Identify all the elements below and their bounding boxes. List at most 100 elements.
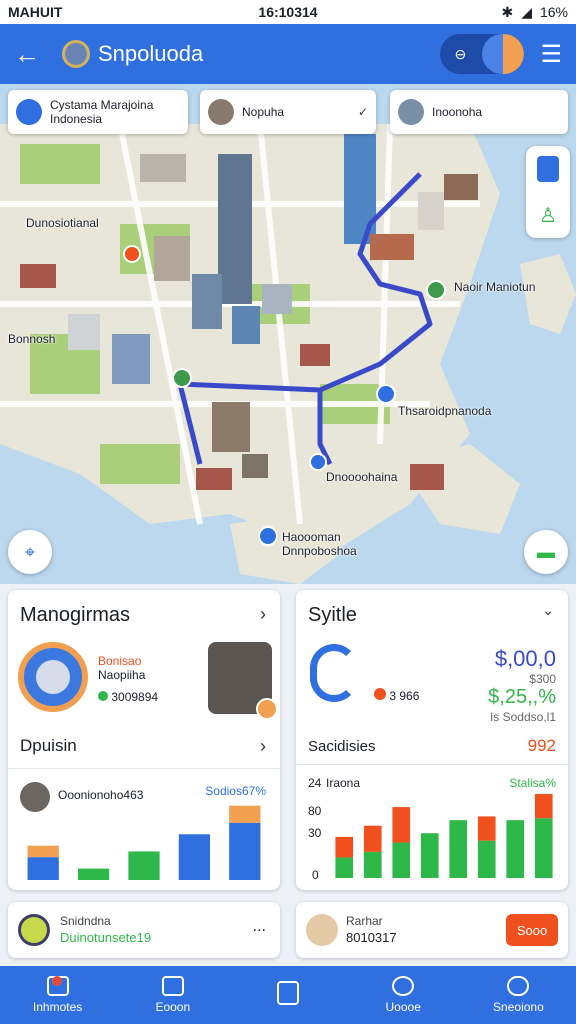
bar-3-series-1 — [392, 807, 411, 843]
more-icon[interactable]: ... — [253, 918, 266, 936]
toggle-knob — [482, 34, 525, 74]
section2-title: Dpuisin — [20, 736, 77, 755]
map-label-right-mid: Thsaroidpnanoda — [398, 404, 492, 418]
nav-label: Eooon — [155, 1000, 191, 1014]
info-right-line2: 8010317 — [346, 930, 397, 945]
nav-item-5[interactable]: Sneoiono — [461, 966, 576, 1024]
nav-label: Inhmotes — [32, 1000, 83, 1014]
bar-6-series-0 — [477, 840, 496, 878]
info-right-line1: Rarhar — [346, 914, 383, 928]
management-card: Manogirmas › Bonisao Naopiiha 3009894 Dp… — [8, 590, 280, 890]
map-canvas[interactable] — [0, 84, 576, 584]
app-bar: ← Snpoluoda ⊖ ☰ — [0, 24, 576, 84]
stat-value: 3 966 — [389, 689, 420, 703]
sub-price: $300 — [529, 672, 556, 686]
chevron-down-icon: ✓ — [357, 105, 368, 119]
divider — [296, 764, 568, 765]
status-dot-icon — [98, 691, 108, 701]
mode-toggle[interactable]: ⊖ — [440, 34, 525, 74]
locate-icon: ⌖ — [24, 541, 36, 562]
tick-top: 24 — [308, 776, 322, 790]
person-stat: 3009894 — [98, 690, 158, 704]
info-left-line2: Duinotunsete19 — [60, 930, 152, 945]
legend-right: Stalisa% — [509, 776, 556, 790]
chevron-right-icon[interactable]: › — [260, 604, 266, 625]
microphone-icon[interactable]: ♙ — [539, 203, 557, 228]
chevron-right-icon[interactable]: › — [260, 736, 266, 757]
map-label-bottom: Haoooman Dnnpoboshoa — [282, 530, 357, 558]
style-card: Syitle ⌄ 3 966 $,00,0 $300 $,25,,% Is So… — [296, 590, 568, 890]
bar-8-series-1 — [534, 794, 553, 819]
bar-3-series-0 — [392, 842, 411, 878]
bar-4-series-0 — [178, 834, 211, 880]
info-left-line1: Snidndna — [60, 914, 111, 928]
person-stat-value: 3009894 — [111, 690, 159, 704]
app-title: Snpoluoda — [98, 41, 204, 66]
legend-left: Iraona — [326, 776, 361, 790]
percent-value: $,25,,% — [488, 686, 556, 708]
map-view[interactable]: Cystama Marajoina Indonesia Nopuha ✓ Ino… — [0, 84, 576, 584]
location-chip-3-label: Inoonoha — [432, 105, 483, 119]
bar-2-series-2 — [77, 868, 110, 880]
bar-1-series-1 — [335, 836, 354, 858]
location-chip-2[interactable]: Nopuha ✓ — [200, 90, 376, 134]
map-label-center-low: Dnoooohaina — [326, 470, 398, 484]
person-line1: Bonisao — [98, 654, 142, 668]
style-title: Syitle — [308, 604, 357, 626]
nav-label: Sneoiono — [493, 1000, 544, 1014]
avatar — [398, 99, 424, 125]
back-arrow-icon[interactable]: ← — [14, 39, 50, 70]
bar-7-series-0 — [506, 820, 525, 878]
bar-1-series-0 — [335, 857, 354, 878]
percent-sub: Is Soddso,l1 — [489, 710, 556, 724]
action-button[interactable]: Sooo — [506, 914, 558, 946]
globe-icon — [16, 99, 42, 125]
bar-2-series-0 — [363, 851, 382, 878]
car-icon: ▬ — [537, 541, 555, 562]
clock: 16:10314 — [258, 4, 318, 20]
menu-icon[interactable]: ☰ — [540, 40, 562, 69]
tick-mid2: 30 — [308, 826, 322, 840]
left-bar-chart — [27, 805, 261, 880]
search-icon — [392, 976, 415, 996]
toggle-dot-icon: ⊖ — [454, 46, 467, 62]
bar-6-series-1 — [477, 816, 496, 841]
status-icons: ✱ ◢ 16% — [501, 4, 568, 21]
divider — [8, 768, 280, 769]
stat-line: 3 966 — [374, 688, 419, 703]
building-icon — [36, 660, 70, 694]
location-chip-1-label: Cystama Marajoina Indonesia — [50, 98, 154, 126]
map-label-top-left: Dunosiotianal — [26, 216, 99, 230]
locate-button[interactable]: ⌖ — [8, 530, 52, 574]
battery-percent: 16% — [539, 4, 568, 20]
location-chip-2-label: Nopuha — [242, 105, 285, 119]
square-icon — [277, 981, 299, 1005]
status-dot-icon — [374, 688, 386, 700]
bluetooth-icon: ✱ — [501, 3, 514, 20]
bar-5-series-1 — [229, 805, 261, 823]
bar-1-series-0 — [27, 857, 59, 880]
nav-item-home[interactable]: Inhmotes — [0, 966, 115, 1024]
nav-item-4[interactable]: Uoooe — [346, 966, 461, 1024]
status-bar: MAHUIT 16:10314 ✱ ◢ 16% — [0, 0, 576, 24]
notification-badge — [52, 976, 62, 986]
bar-8-series-0 — [534, 818, 553, 878]
info-card-left[interactable]: Snidndna Duinotunsete19 ... — [8, 902, 280, 958]
location-chip-1[interactable]: Cystama Marajoina Indonesia — [8, 90, 188, 134]
bar-5-series-0 — [449, 820, 468, 878]
flag-badge-icon — [256, 698, 278, 720]
chevron-down-icon[interactable]: ⌄ — [542, 602, 554, 619]
nav-item-3[interactable] — [230, 966, 345, 1024]
section2-title: Sacidisies — [308, 738, 376, 755]
map-tools: ♙ — [526, 146, 570, 238]
location-chip-3[interactable]: Inoonoha — [390, 90, 568, 134]
map-mode-button[interactable]: ▬ — [524, 530, 568, 574]
stethoscope-icon — [310, 644, 358, 702]
map-pin-icon — [306, 914, 338, 946]
signal-icon: ◢ — [521, 3, 532, 20]
layers-icon[interactable] — [537, 156, 559, 183]
bottom-nav: Inhmotes Eooon Uoooe Sneoiono — [0, 966, 576, 1024]
info-card-right: Rarhar 8010317 Sooo — [296, 902, 568, 958]
progress-ring — [18, 642, 88, 712]
nav-item-2[interactable]: Eooon — [115, 966, 230, 1024]
